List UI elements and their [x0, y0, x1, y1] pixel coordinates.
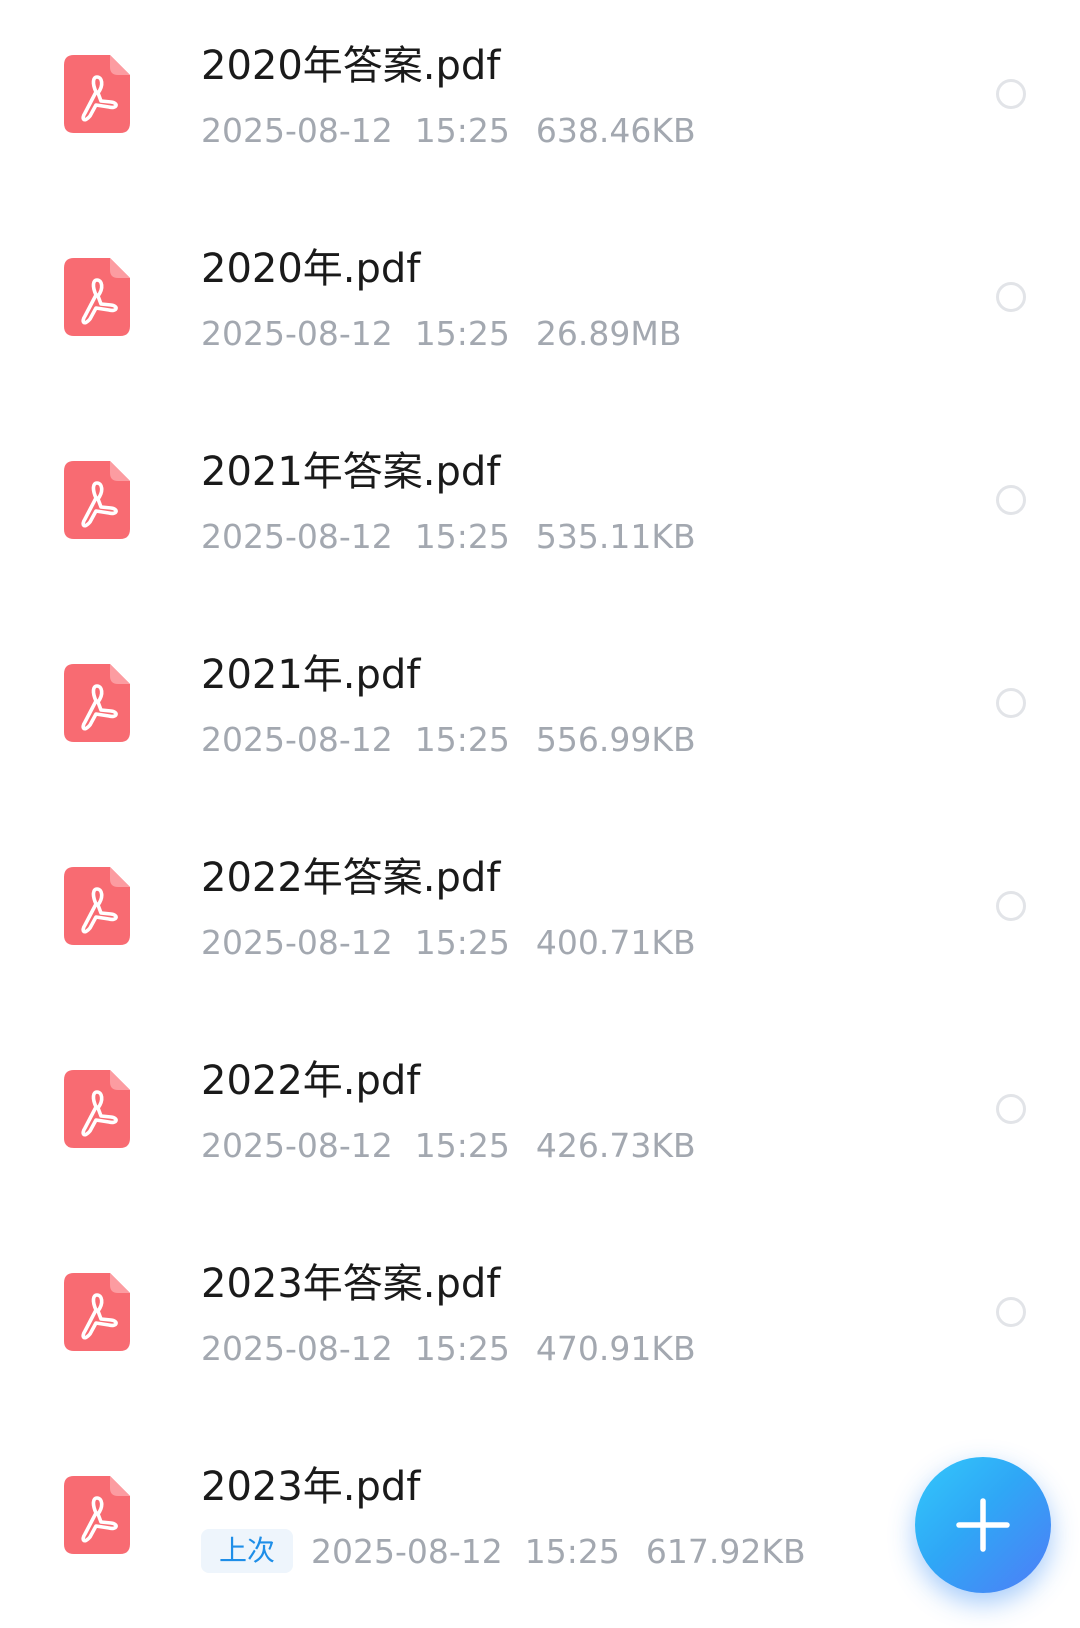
file-meta: 2025-08-12 15:25 470.91KB	[201, 1324, 696, 1372]
file-date: 2025-08-12	[201, 1125, 393, 1165]
file-size: 400.71KB	[535, 922, 696, 962]
select-radio[interactable]	[996, 1094, 1026, 1124]
file-date: 2025-08-12	[201, 922, 393, 962]
file-list: 2020年答案.pdf 2025-08-12 15:25 638.46KB 20…	[0, 0, 1080, 1624]
file-name: 2022年答案.pdf	[201, 855, 501, 901]
file-name: 2021年答案.pdf	[201, 449, 501, 495]
file-size: 426.73KB	[535, 1125, 696, 1165]
file-time: 15:25	[524, 1531, 620, 1571]
file-meta: 2025-08-12 15:25 400.71KB	[201, 918, 696, 966]
file-date: 2025-08-12	[201, 110, 393, 150]
file-meta: 上次 2025-08-12 15:25 617.92KB	[201, 1527, 806, 1575]
file-time: 15:25	[414, 1328, 510, 1368]
file-time: 15:25	[414, 922, 510, 962]
file-name: 2020年.pdf	[201, 246, 421, 292]
pdf-file-icon	[64, 55, 130, 133]
file-date: 2025-08-12	[201, 719, 393, 759]
file-name: 2021年.pdf	[201, 652, 421, 698]
pdf-file-icon	[64, 461, 130, 539]
file-date: 2025-08-12	[201, 1328, 393, 1368]
select-radio[interactable]	[996, 891, 1026, 921]
file-name: 2023年.pdf	[201, 1464, 421, 1510]
select-radio[interactable]	[996, 282, 1026, 312]
file-row[interactable]: 2021年答案.pdf 2025-08-12 15:25 535.11KB	[0, 406, 1080, 609]
file-meta: 2025-08-12 15:25 638.46KB	[201, 106, 696, 154]
last-opened-badge: 上次	[201, 1529, 294, 1573]
file-size: 556.99KB	[535, 719, 696, 759]
file-size: 26.89MB	[535, 313, 682, 353]
file-meta: 2025-08-12 15:25 535.11KB	[201, 512, 696, 560]
file-date: 2025-08-12	[201, 516, 393, 556]
file-meta: 2025-08-12 15:25 26.89MB	[201, 309, 681, 357]
file-time: 15:25	[414, 110, 510, 150]
file-name: 2023年答案.pdf	[201, 1261, 501, 1307]
pdf-file-icon	[64, 664, 130, 742]
file-row[interactable]: 2022年.pdf 2025-08-12 15:25 426.73KB	[0, 1015, 1080, 1218]
file-size: 617.92KB	[645, 1531, 806, 1571]
pdf-file-icon	[64, 1070, 130, 1148]
pdf-file-icon	[64, 258, 130, 336]
select-radio[interactable]	[996, 79, 1026, 109]
select-radio[interactable]	[996, 1297, 1026, 1327]
pdf-file-icon	[64, 867, 130, 945]
select-radio[interactable]	[996, 688, 1026, 718]
pdf-file-icon	[64, 1273, 130, 1351]
file-size: 535.11KB	[535, 516, 696, 556]
file-name: 2022年.pdf	[201, 1058, 421, 1104]
add-button[interactable]	[915, 1457, 1051, 1593]
plus-icon	[956, 1498, 1010, 1552]
file-meta: 2025-08-12 15:25 426.73KB	[201, 1121, 696, 1169]
file-row[interactable]: 2022年答案.pdf 2025-08-12 15:25 400.71KB	[0, 812, 1080, 1015]
file-name: 2020年答案.pdf	[201, 43, 501, 89]
file-row[interactable]: 2021年.pdf 2025-08-12 15:25 556.99KB	[0, 609, 1080, 812]
file-date: 2025-08-12	[201, 313, 393, 353]
pdf-file-icon	[64, 1476, 130, 1554]
file-time: 15:25	[414, 719, 510, 759]
file-size: 638.46KB	[535, 110, 696, 150]
select-radio[interactable]	[996, 485, 1026, 515]
file-time: 15:25	[414, 313, 510, 353]
file-time: 15:25	[414, 516, 510, 556]
file-size: 470.91KB	[535, 1328, 696, 1368]
file-time: 15:25	[414, 1125, 510, 1165]
file-row[interactable]: 2023年答案.pdf 2025-08-12 15:25 470.91KB	[0, 1218, 1080, 1421]
file-row[interactable]: 2020年.pdf 2025-08-12 15:25 26.89MB	[0, 203, 1080, 406]
file-date: 2025-08-12	[311, 1531, 503, 1571]
file-row[interactable]: 2020年答案.pdf 2025-08-12 15:25 638.46KB	[0, 0, 1080, 203]
file-meta: 2025-08-12 15:25 556.99KB	[201, 715, 696, 763]
